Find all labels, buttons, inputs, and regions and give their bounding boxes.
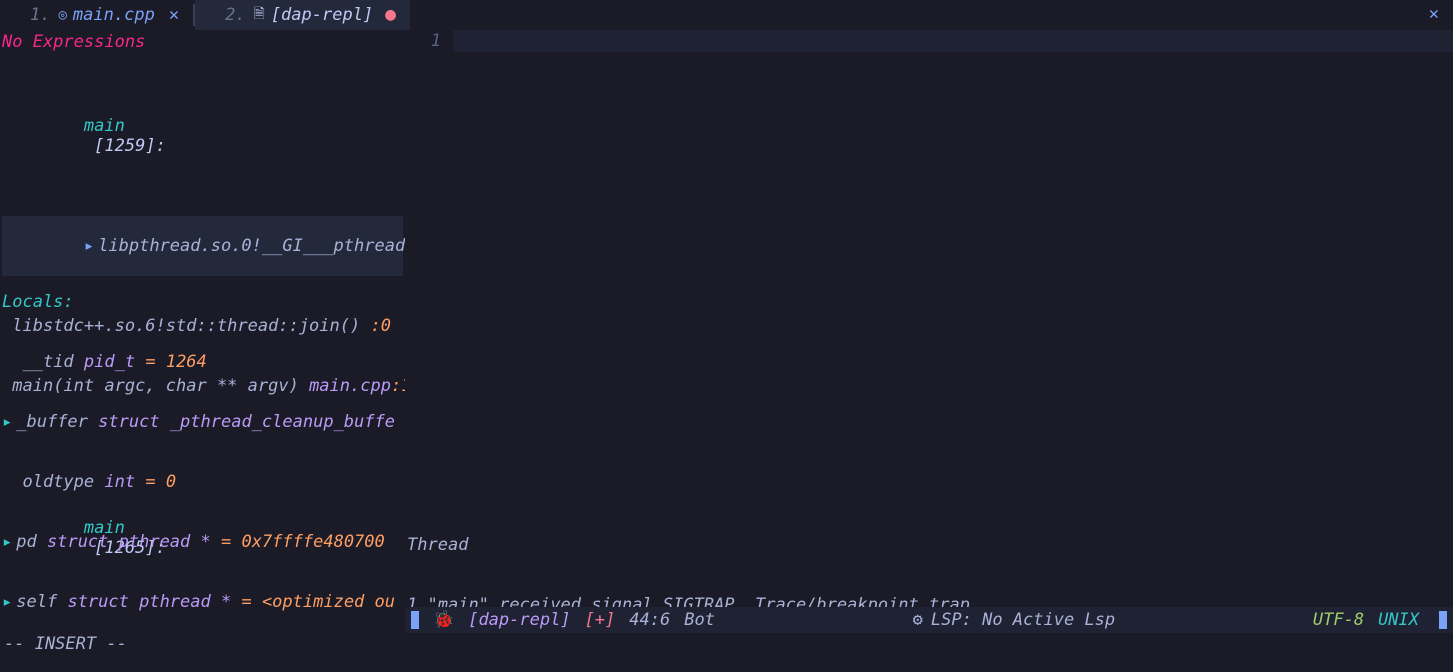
status-modified: [+] [585, 610, 616, 630]
debug-sidebar: No Expressions main [1259]: ▸libpthread.… [0, 30, 405, 633]
editor-empty-area[interactable] [405, 52, 1453, 495]
main-split: No Expressions main [1259]: ▸libpthread.… [0, 30, 1453, 633]
tab-title: main.cpp [73, 5, 155, 25]
terminal-line: Thread [405, 535, 1453, 555]
status-encoding: UTF-8 [1313, 610, 1364, 630]
var-name: pd [16, 532, 36, 552]
var-type: struct pthread * [47, 532, 211, 552]
var-type: int [104, 472, 135, 492]
status-lsp-text: LSP: No Active Lsp [931, 610, 1115, 630]
var-name: self [16, 592, 57, 612]
status-cursor-pos: 44:6 [629, 610, 670, 630]
variable-row[interactable]: ▸self struct pthread * = <optimized ou [2, 592, 403, 612]
current-line[interactable] [453, 30, 1453, 52]
expressions-panel: No Expressions [0, 30, 405, 54]
variable-row[interactable]: ▸pd struct pthread * = 0x7ffffe480700 [2, 532, 403, 552]
expand-icon[interactable]: ▸ [2, 592, 12, 612]
mode-text: -- INSERT -- [4, 634, 127, 654]
status-scroll-pct: Bot [684, 610, 715, 630]
line-number: 1 [405, 31, 453, 51]
status-lsp: ⚙ LSP: No Active Lsp [913, 610, 1115, 630]
var-type: pid_t [84, 352, 135, 372]
tab-title: [dap-repl] [271, 5, 373, 25]
locals-panel: Locals: __tid pid_t = 1264 ▸_buffer stru… [0, 250, 405, 633]
mode-indicator-right [1439, 611, 1447, 629]
no-expressions-label: No Expressions [2, 32, 403, 52]
var-type: struct _pthread_cleanup_buffe [98, 412, 395, 432]
thread-header[interactable]: main [1259]: [2, 96, 403, 176]
command-line[interactable]: -- INSERT -- [0, 633, 1453, 655]
var-name: __tid [22, 352, 73, 372]
var-name: oldtype [22, 472, 94, 492]
tab-index: 1. [30, 5, 50, 25]
dap-terminal[interactable]: Thread 1 "main" received signal SIGTRAP,… [405, 495, 1453, 607]
expand-icon[interactable]: ▸ [2, 412, 12, 432]
call-stack-panel: main [1259]: ▸libpthread.so.0!__GI___pth… [0, 54, 405, 250]
tab-index: 2. [225, 5, 245, 25]
tab-bar: 1. ◎ main.cpp ✕ 2. 🗎 [dap-repl] ● ✕ [0, 0, 1453, 30]
gear-icon: ⚙ [913, 610, 923, 630]
close-icon[interactable]: ✕ [169, 5, 179, 25]
repl-file-icon: 🗎 [254, 3, 265, 27]
thread-pid: [1259]: [84, 136, 166, 156]
tab-dap-repl[interactable]: 2. 🗎 [dap-repl] ● [195, 0, 410, 30]
editor-pane: 1 Thread 1 "main" received signal SIGTRA… [405, 30, 1453, 633]
var-name: _buffer [16, 412, 88, 432]
tab-main-cpp[interactable]: 1. ◎ main.cpp ✕ [0, 0, 193, 30]
thread-name: main [84, 116, 125, 136]
editor-line[interactable]: 1 [405, 30, 1453, 52]
status-line: 🐞 [dap-repl] [+] 44:6 Bot ⚙ LSP: No Acti… [405, 607, 1453, 633]
status-filename: [dap-repl] [468, 610, 570, 630]
var-value: = 0x7ffffe480700 [221, 532, 385, 552]
variable-row[interactable]: ▸_buffer struct _pthread_cleanup_buffe [2, 412, 403, 432]
var-value: = 0 [145, 472, 176, 492]
locals-header: Locals: [2, 292, 403, 312]
expand-icon[interactable]: ▸ [2, 532, 12, 552]
variable-row[interactable]: oldtype int = 0 [2, 472, 403, 492]
var-value: = <optimized ou [241, 592, 395, 612]
bug-icon: 🐞 [433, 610, 454, 630]
variable-row[interactable]: __tid pid_t = 1264 [2, 352, 403, 372]
mode-indicator [411, 611, 419, 629]
var-value: = 1264 [145, 352, 206, 372]
var-type: struct pthread * [67, 592, 231, 612]
status-fileformat: UNIX [1378, 610, 1419, 630]
cpp-file-icon: ◎ [58, 7, 66, 23]
terminal-line: 1 "main" received signal SIGTRAP, Trace/… [405, 595, 1453, 607]
close-all-icon[interactable]: ✕ [1429, 4, 1439, 24]
